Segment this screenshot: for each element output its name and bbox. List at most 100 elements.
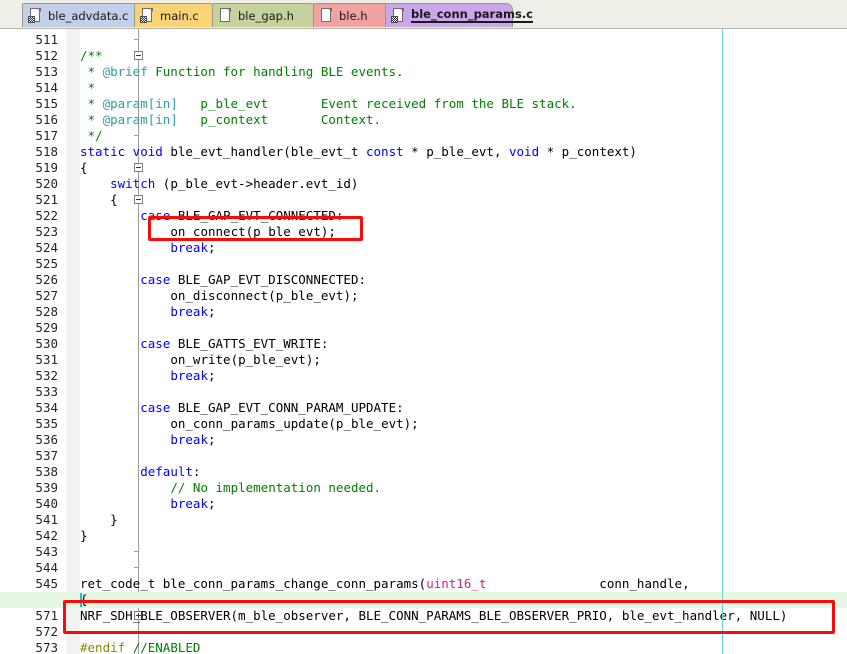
editor-tab-ble-gap-h[interactable]: ble_gap.h xyxy=(212,3,317,27)
code-line[interactable]: on_conn_params_update(p_ble_evt); xyxy=(170,416,418,432)
line-number: 573 xyxy=(35,640,58,654)
code-line[interactable]: /** xyxy=(80,48,103,64)
code-token: p_ble_evt Event received from the BLE st… xyxy=(177,96,577,111)
code-token: case xyxy=(140,400,171,415)
line-number: 524 xyxy=(35,240,58,255)
code-token: case xyxy=(140,272,171,287)
code-token: ; xyxy=(208,368,216,383)
line-number: 536 xyxy=(35,432,58,447)
line-number: 516 xyxy=(35,112,58,127)
code-line[interactable]: case BLE_GAP_EVT_DISCONNECTED: xyxy=(140,272,366,288)
code-line[interactable]: } xyxy=(110,512,118,528)
code-editor-pane[interactable]: 511 512 513 514 515 516 517 518 519 520 521 522 523 5… xyxy=(0,29,847,654)
code-line[interactable]: default: xyxy=(140,464,200,480)
code-line[interactable]: break; xyxy=(170,240,215,256)
code-token: { xyxy=(110,192,118,207)
line-number: 531 xyxy=(35,352,58,367)
line-number: 513 xyxy=(35,64,58,79)
code-token: break xyxy=(170,240,208,255)
code-token: * xyxy=(80,96,103,111)
code-token: break xyxy=(170,432,208,447)
code-line[interactable]: * @param[in] p_context Context. xyxy=(80,112,382,128)
code-token: break xyxy=(170,304,208,319)
code-token: ; xyxy=(208,496,216,511)
line-number: 523 xyxy=(35,224,58,239)
code-line[interactable]: case BLE_GATTS_EVT_WRITE: xyxy=(140,336,328,352)
editor-tab-bar: ble_advdata.c main.c ble_gap.h ble.h ble_con… xyxy=(0,0,847,29)
code-token: BLE_GAP_EVT_CONN_PARAM_UPDATE: xyxy=(170,400,404,415)
code-line[interactable]: { xyxy=(80,160,88,176)
line-number: 515 xyxy=(35,96,58,111)
line-number: 530 xyxy=(35,336,58,351)
code-line[interactable]: { xyxy=(110,192,118,208)
code-line[interactable]: break; xyxy=(170,368,215,384)
code-line[interactable]: break; xyxy=(170,496,215,512)
code-token: conn_handle, xyxy=(486,576,690,591)
code-token: * xyxy=(80,112,103,127)
editor-tab-ble-conn-params-c[interactable]: ble_conn_params.c xyxy=(385,3,534,27)
code-text-area[interactable]: /** * @brief Function for handling BLE e… xyxy=(0,29,847,654)
code-line[interactable]: #endif //ENABLED xyxy=(80,640,200,654)
line-number: 528 xyxy=(35,304,58,319)
code-token: switch xyxy=(110,176,156,191)
line-number: 535 xyxy=(35,416,58,431)
line-number: 525 xyxy=(35,256,58,271)
code-token: * p_ble_evt, xyxy=(403,144,509,159)
code-token: @brief xyxy=(102,64,148,79)
line-number: 544 xyxy=(35,560,58,575)
code-line[interactable]: * @param[in] p_ble_evt Event received fr… xyxy=(80,96,577,112)
column-guide-line xyxy=(722,29,723,654)
code-token: p_context Context. xyxy=(177,112,382,127)
code-folding-margin[interactable] xyxy=(66,29,143,654)
code-line[interactable]: * @brief Function for handling BLE event… xyxy=(80,64,404,80)
code-token: break xyxy=(170,496,208,511)
line-number: 518 xyxy=(35,144,58,159)
code-line[interactable]: ret_code_t ble_conn_params_change_conn_p… xyxy=(80,576,690,592)
code-line[interactable]: switch (p_ble_evt->header.evt_id) xyxy=(110,176,358,192)
line-number: 522 xyxy=(35,208,58,223)
line-number: 545 xyxy=(35,576,58,591)
code-token: Function for handling BLE events. xyxy=(147,64,404,79)
code-line[interactable]: } xyxy=(80,528,88,544)
line-number: 514 xyxy=(35,80,58,95)
code-token: } xyxy=(110,512,118,527)
code-token: : xyxy=(192,464,201,479)
code-line[interactable]: break; xyxy=(170,432,215,448)
c-source-file-icon xyxy=(28,8,42,23)
code-token: /** xyxy=(80,48,103,63)
code-token: //ENABLED xyxy=(132,640,201,654)
editor-tab-label: ble_gap.h xyxy=(238,8,294,23)
code-line[interactable]: break; xyxy=(170,304,215,320)
header-file-icon xyxy=(219,8,232,23)
editor-tab-label: ble_advdata.c xyxy=(48,8,129,23)
code-token: ret_code_t ble_conn_params_change_conn_p… xyxy=(80,576,427,591)
code-line[interactable]: * xyxy=(80,80,96,96)
code-line[interactable]: static void ble_evt_handler(ble_evt_t co… xyxy=(80,144,637,160)
line-number: 512 xyxy=(35,48,58,63)
editor-tab-label: ble_conn_params.c xyxy=(411,7,534,23)
code-token: on_write(p_ble_evt); xyxy=(170,352,321,367)
line-number: 526 xyxy=(35,272,58,287)
code-token: ble_evt_handler(ble_evt_t xyxy=(162,144,366,159)
editor-tab-main-c[interactable]: main.c xyxy=(134,3,216,27)
line-number: 571 xyxy=(35,608,58,623)
code-line[interactable]: on_write(p_ble_evt); xyxy=(170,352,321,368)
c-source-file-icon xyxy=(140,8,154,23)
line-number: 517 xyxy=(35,128,58,143)
editor-tab-label: ble.h xyxy=(339,8,368,23)
code-line[interactable]: on_disconnect(p_ble_evt); xyxy=(170,288,358,304)
line-number: 519 xyxy=(35,160,58,175)
code-token: break xyxy=(170,368,208,383)
code-token: default xyxy=(140,464,193,479)
header-file-icon xyxy=(320,8,333,23)
code-line[interactable]: case BLE_GAP_EVT_CONN_PARAM_UPDATE: xyxy=(140,400,403,416)
code-line[interactable]: // No implementation needed. xyxy=(170,480,381,496)
code-line[interactable]: */ xyxy=(80,128,103,144)
code-token: #endif xyxy=(80,640,126,654)
line-number: 534 xyxy=(35,400,58,415)
line-number: 520 xyxy=(35,176,58,191)
line-number: 539 xyxy=(35,480,58,495)
code-token: void xyxy=(509,144,540,159)
editor-tab-label: main.c xyxy=(160,8,199,23)
